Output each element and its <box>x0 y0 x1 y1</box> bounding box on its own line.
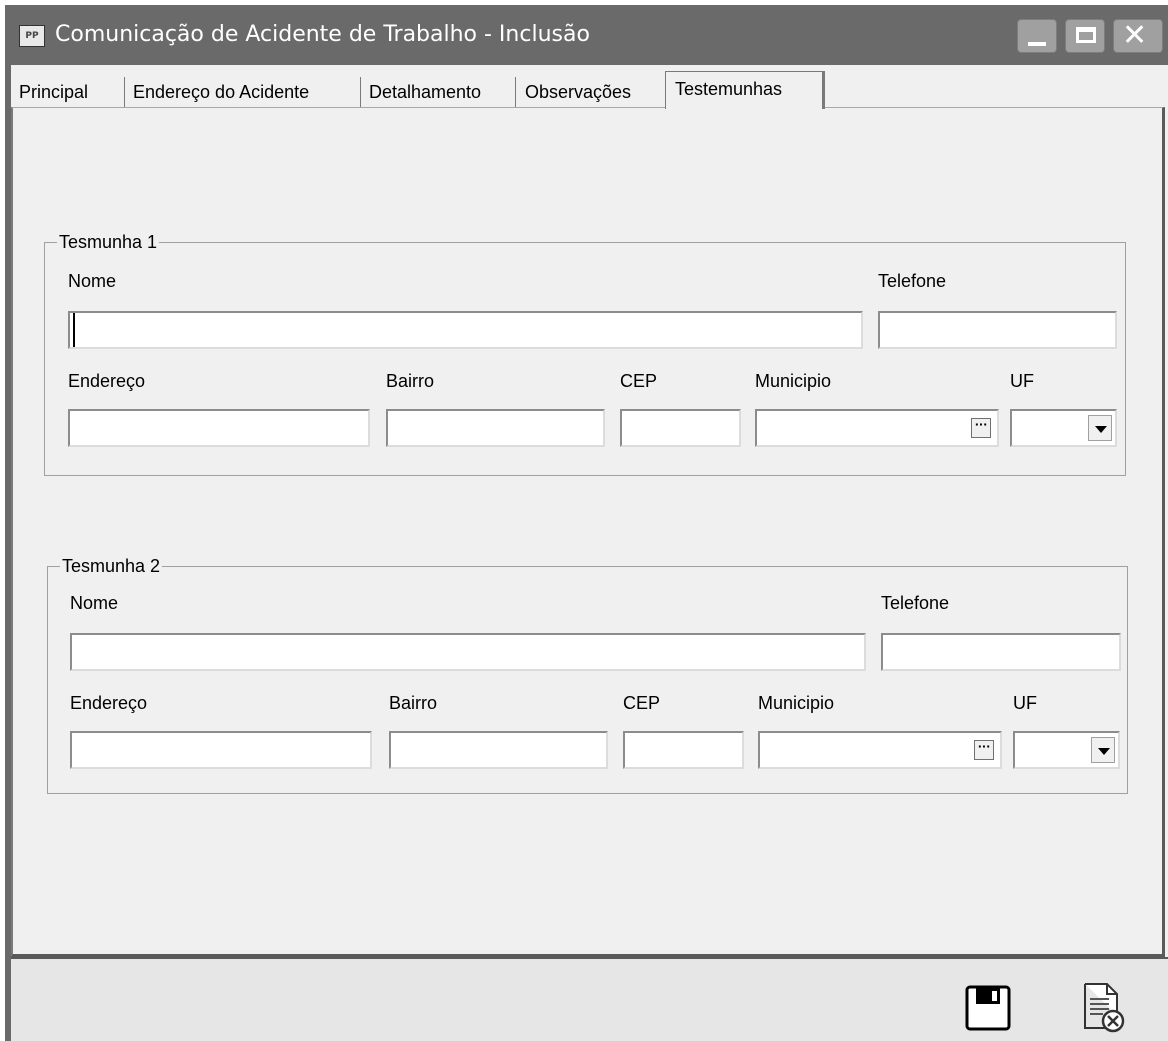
cancel-button[interactable] <box>1079 981 1127 1035</box>
witness-1-title: Tesmunha 1 <box>57 230 160 254</box>
witness-2-municipio-field[interactable]: ··· <box>758 731 1002 769</box>
witness-1-nome-label: Nome <box>68 271 117 291</box>
cancel-document-icon <box>1084 983 1125 1033</box>
witness-2-endereco-field[interactable] <box>70 731 372 769</box>
tab-endereco-do-acidente[interactable]: Endereço do Acidente <box>129 77 361 107</box>
tab-strip: Principal Endereço do Acidente Detalhame… <box>11 71 1168 109</box>
witness-1-group: Tesmunha 1 Nome Telefone Endereço Bairro… <box>44 230 1126 476</box>
witness-2-bairro-field[interactable] <box>389 731 608 769</box>
client-area: Principal Endereço do Acidente Detalhame… <box>11 65 1168 1041</box>
witness-1-endereco-label: Endereço <box>68 371 146 391</box>
witness-1-nome-field[interactable] <box>68 311 863 349</box>
witness-1-telefone-field[interactable] <box>878 311 1117 349</box>
witness-2-uf-dropdown-button[interactable] <box>1091 737 1115 763</box>
witness-1-telefone-label: Telefone <box>878 271 947 291</box>
tab-testemunhas[interactable]: Testemunhas <box>665 71 825 109</box>
witness-2-endereco-label: Endereço <box>70 693 148 713</box>
witness-2-title: Tesmunha 2 <box>60 554 163 578</box>
tab-page-testemunhas: Tesmunha 1 Nome Telefone Endereço Bairro… <box>11 107 1165 957</box>
maximize-button[interactable] <box>1065 19 1105 53</box>
tab-observacoes[interactable]: Observações <box>521 77 666 107</box>
save-icon <box>965 985 1011 1031</box>
witness-2-cep-input[interactable] <box>625 733 742 767</box>
witness-1-nome-input[interactable] <box>73 313 861 347</box>
witness-2-bairro-label: Bairro <box>389 693 438 713</box>
witness-2-bairro-input[interactable] <box>391 733 606 767</box>
witness-1-municipio-lookup-button[interactable]: ··· <box>971 418 991 438</box>
witness-2-telefone-label: Telefone <box>881 593 950 613</box>
witness-1-telefone-input[interactable] <box>880 313 1115 347</box>
witness-1-uf-select[interactable] <box>1010 409 1117 447</box>
witness-2-cep-label: CEP <box>623 693 661 713</box>
close-icon: ✕ <box>1122 18 1148 53</box>
close-button[interactable]: ✕ <box>1113 18 1163 53</box>
chevron-down-icon <box>1095 426 1107 433</box>
title-bar[interactable]: PP Comunicação de Acidente de Trabalho -… <box>5 5 1168 65</box>
tab-principal[interactable]: Principal <box>15 77 125 107</box>
witness-2-group: Tesmunha 2 Nome Telefone Endereço Bairro… <box>47 554 1128 794</box>
witness-2-uf-select[interactable] <box>1013 731 1120 769</box>
witness-1-municipio-label: Municipio <box>755 371 832 391</box>
witness-2-municipio-lookup-button[interactable]: ··· <box>974 740 994 760</box>
witness-1-endereco-field[interactable] <box>68 409 370 447</box>
footer-toolbar <box>11 957 1168 1041</box>
witness-2-nome-field[interactable] <box>70 633 866 671</box>
witness-2-telefone-input[interactable] <box>883 635 1119 669</box>
witness-2-cep-field[interactable] <box>623 731 744 769</box>
witness-2-telefone-field[interactable] <box>881 633 1121 671</box>
app-icon[interactable]: PP <box>19 25 45 47</box>
witness-2-municipio-label: Municipio <box>758 693 835 713</box>
witness-1-bairro-input[interactable] <box>388 411 603 445</box>
minimize-button[interactable] <box>1017 19 1057 53</box>
witness-2-nome-input[interactable] <box>72 635 864 669</box>
witness-1-cep-label: CEP <box>620 371 658 391</box>
witness-2-nome-label: Nome <box>70 593 119 613</box>
save-button[interactable] <box>963 983 1013 1033</box>
witness-1-endereco-input[interactable] <box>70 411 368 445</box>
witness-2-uf-label: UF <box>1013 693 1037 713</box>
witness-1-bairro-field[interactable] <box>386 409 605 447</box>
witness-1-uf-label: UF <box>1010 371 1034 391</box>
chevron-down-icon <box>1098 748 1110 755</box>
witness-1-cep-field[interactable] <box>620 409 741 447</box>
witness-1-uf-dropdown-button[interactable] <box>1088 415 1112 441</box>
tab-detalhamento[interactable]: Detalhamento <box>365 77 516 107</box>
witness-1-municipio-field[interactable]: ··· <box>755 409 999 447</box>
witness-2-endereco-input[interactable] <box>72 733 370 767</box>
witness-1-bairro-label: Bairro <box>386 371 435 391</box>
minimize-icon <box>1028 42 1046 46</box>
witness-1-cep-input[interactable] <box>622 411 739 445</box>
app-window: PP Comunicação de Acidente de Trabalho -… <box>5 5 1168 1041</box>
maximize-icon <box>1076 27 1096 43</box>
window-title: Comunicação de Acidente de Trabalho - In… <box>55 22 590 47</box>
